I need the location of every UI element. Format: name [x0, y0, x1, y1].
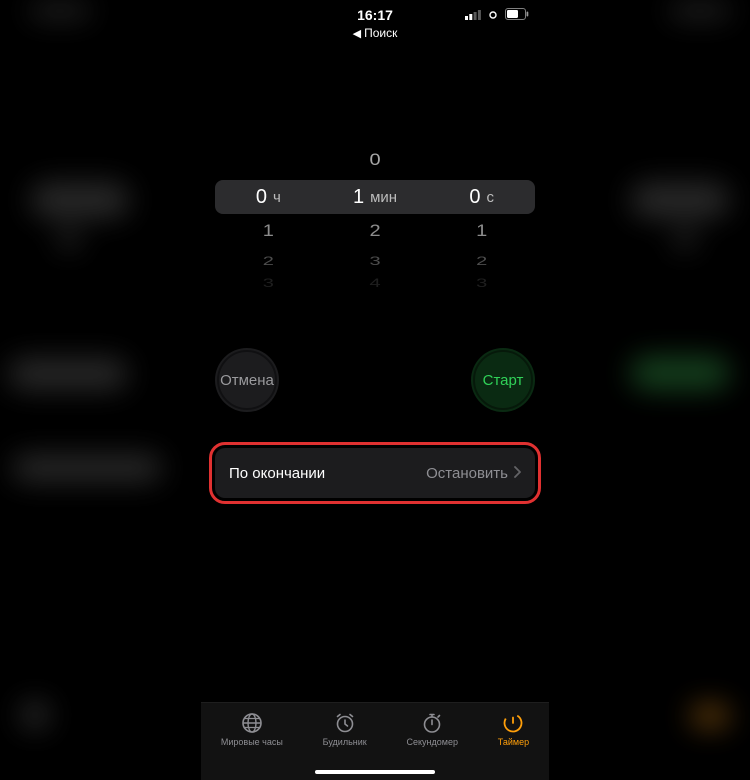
tab-bar: Мировые часы Будильник Секундомер Таймер — [201, 702, 549, 780]
alarm-icon — [333, 711, 357, 735]
stopwatch-icon — [420, 711, 444, 735]
status-bar: 16:17 — [201, 0, 549, 22]
when-ends-value: Остановить — [426, 465, 521, 482]
minutes-selected: 1 — [353, 186, 364, 209]
signal-icon — [465, 7, 481, 23]
timer-icon — [501, 711, 525, 735]
status-right — [465, 7, 529, 23]
minutes-unit: мин — [370, 189, 397, 206]
seconds-unit: с — [486, 189, 494, 206]
back-label: Поиск — [364, 26, 397, 40]
tab-timer[interactable]: Таймер — [498, 711, 529, 747]
chevron-right-icon — [514, 465, 521, 482]
home-indicator[interactable] — [315, 770, 435, 774]
battery-icon — [505, 7, 529, 23]
when-ends-label: По окончании — [229, 465, 325, 482]
minutes-column[interactable]: 0 1мин 2 3 4 — [322, 140, 429, 300]
link-icon — [486, 7, 500, 23]
phone-frame: 16:17 ◀ Поиск 0ч 1 2 3 0 1 мин — [201, 0, 549, 780]
seconds-selected: 0 — [469, 186, 480, 209]
hours-selected: 0 — [256, 186, 267, 209]
tab-alarm[interactable]: Будильник — [323, 711, 367, 747]
duration-picker: 0ч 1 2 3 0 1мин 2 3 4 0с 1 2 3 — [215, 140, 535, 300]
when-timer-ends-row[interactable]: По окончании Остановить — [215, 448, 535, 498]
cancel-label: Отмена — [220, 372, 274, 389]
seconds-column[interactable]: 0с 1 2 3 — [428, 140, 535, 300]
start-label: Старт — [483, 372, 524, 389]
start-button[interactable]: Старт — [471, 348, 535, 412]
hours-unit: ч — [273, 189, 281, 206]
tab-world-clock[interactable]: Мировые часы — [221, 711, 283, 747]
hours-column[interactable]: 0ч 1 2 3 — [215, 140, 322, 300]
globe-icon — [240, 711, 264, 735]
cancel-button[interactable]: Отмена — [215, 348, 279, 412]
back-to-search[interactable]: ◀ Поиск — [353, 26, 398, 40]
status-time: 16:17 — [357, 7, 393, 23]
back-caret-icon: ◀ — [353, 27, 361, 40]
tab-stopwatch[interactable]: Секундомер — [407, 711, 458, 747]
